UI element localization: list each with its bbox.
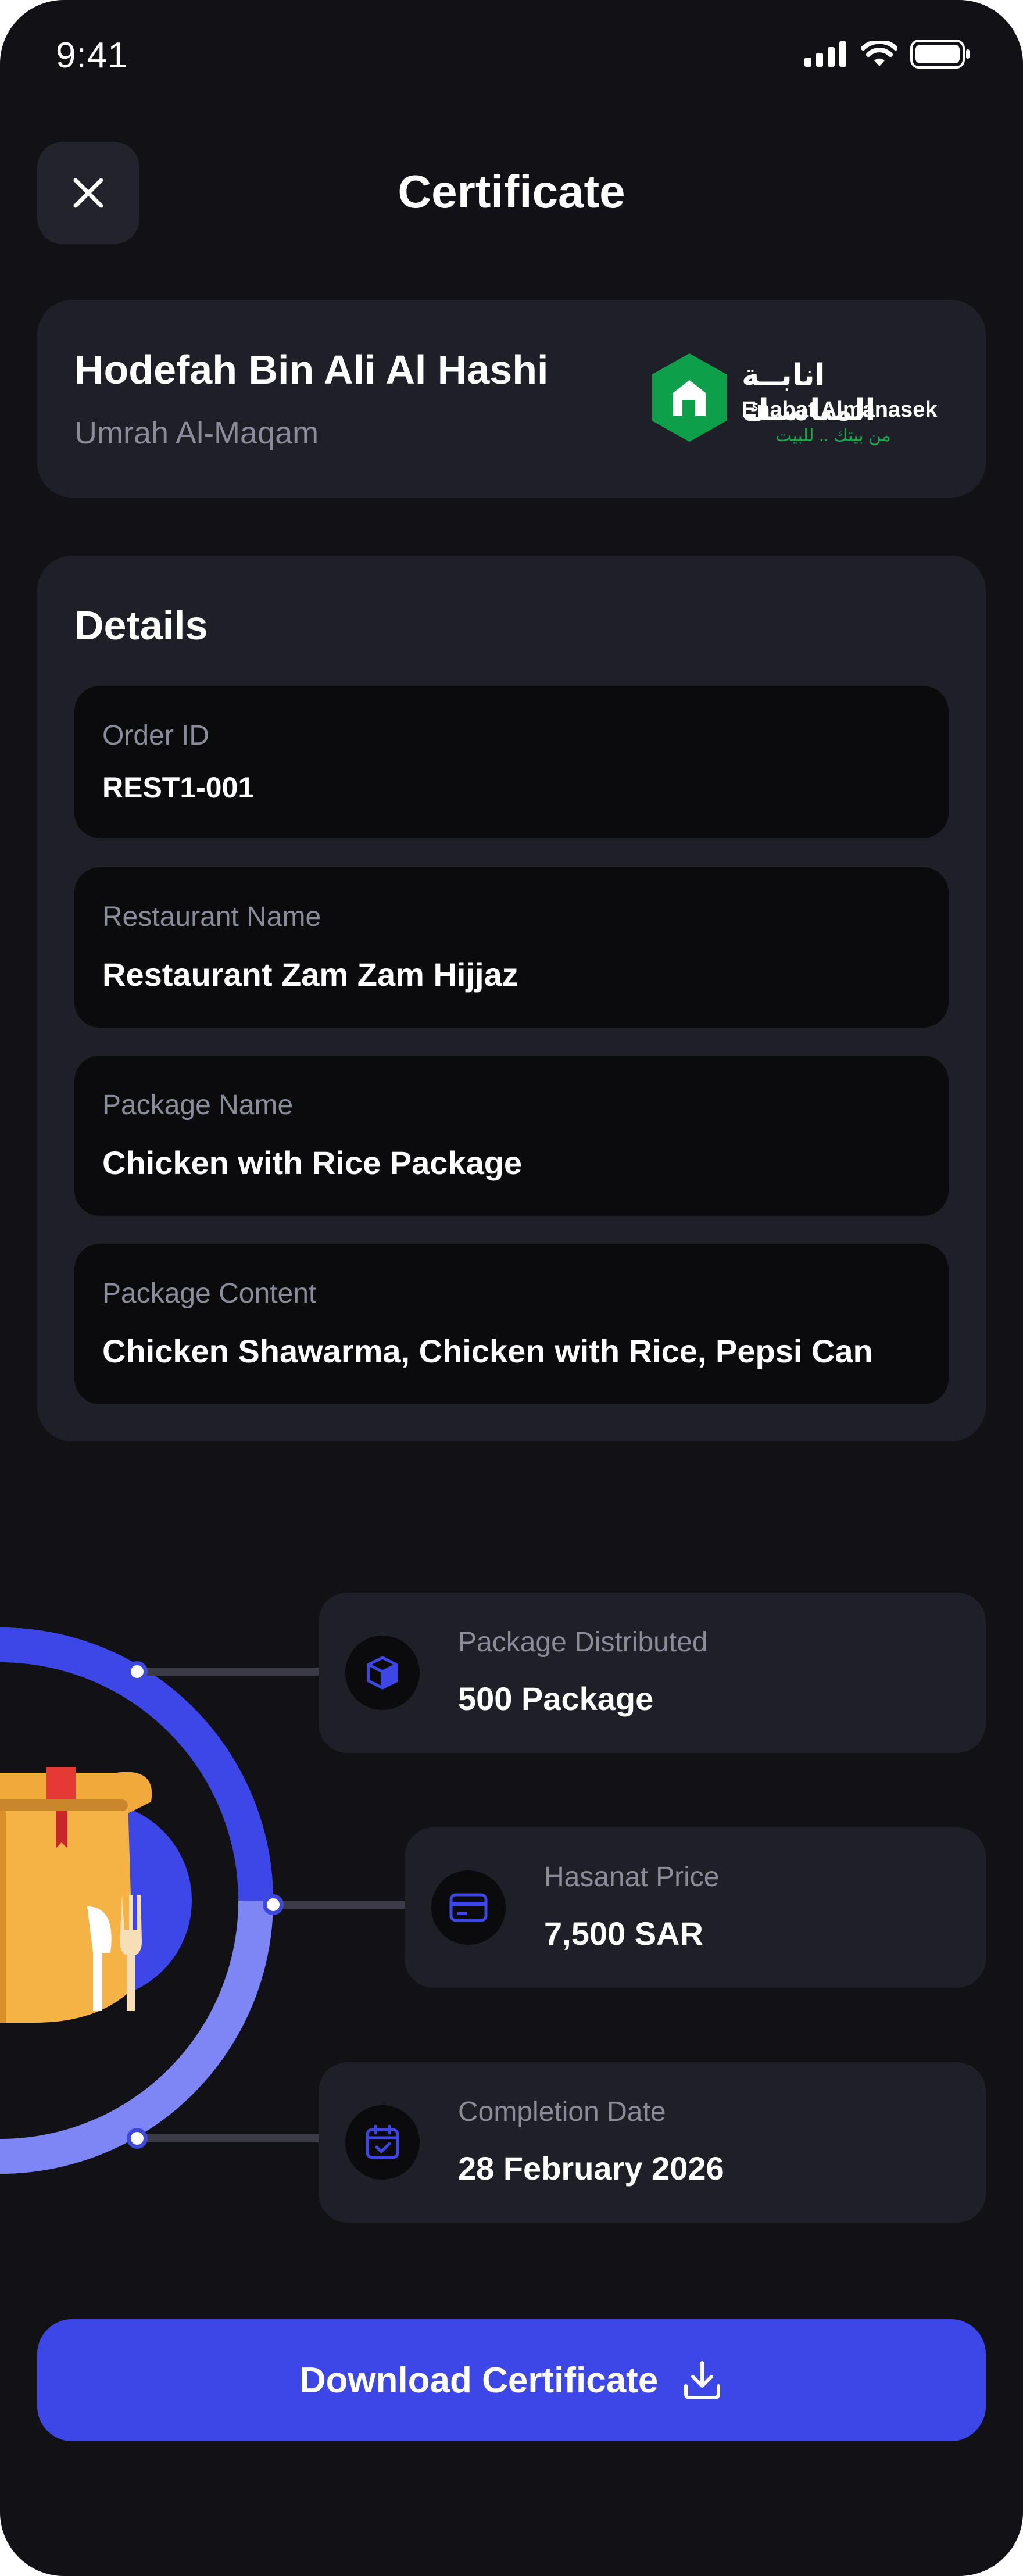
package-content-field: Package Content Chicken Shawarma, Chicke… bbox=[74, 1244, 949, 1404]
field-value: REST1-001 bbox=[102, 771, 255, 804]
box-icon bbox=[367, 1656, 398, 1690]
brand-logo: انابــة المناسـك Enabat Almanasek من بيت… bbox=[649, 351, 951, 450]
stat-card-price: Hasanat Price 7,500 SAR bbox=[405, 1827, 986, 1988]
download-button-label: Download Certificate bbox=[299, 2360, 659, 2400]
connector-dot bbox=[127, 2128, 148, 2149]
calendar-check-icon bbox=[366, 2124, 399, 2159]
status-time: 9:41 bbox=[56, 35, 128, 76]
brand-english: Enabat Almanasek bbox=[742, 398, 938, 422]
field-value: Chicken with Rice Package bbox=[102, 1144, 523, 1181]
stat-value: 7,500 SAR bbox=[544, 1915, 703, 1952]
field-value: Restaurant Zam Zam Hijjaz bbox=[102, 956, 518, 993]
stat-icon-wrap bbox=[345, 2105, 420, 2180]
app-screen: 9:41 Certificate Hodefah Bin Ali Al Hash… bbox=[0, 0, 1023, 2576]
food-package-illustration bbox=[0, 1627, 273, 2174]
field-label: Order ID bbox=[102, 720, 210, 751]
stat-icon-wrap bbox=[431, 1870, 506, 1945]
field-value: Chicken Shawarma, Chicken with Rice, Pep… bbox=[102, 1333, 873, 1369]
pilgrim-name: Hodefah Bin Ali Al Hashi bbox=[74, 347, 549, 392]
stat-card-packages: Package Distributed 500 Package bbox=[319, 1593, 986, 1753]
battery-icon bbox=[910, 40, 970, 69]
stat-icon-wrap bbox=[345, 1636, 420, 1710]
details-card: Details Order ID REST1-001 Restaurant Na… bbox=[37, 556, 986, 1441]
field-label: Package Content bbox=[102, 1278, 317, 1309]
card-icon bbox=[449, 1893, 488, 1922]
download-icon bbox=[684, 2361, 721, 2399]
connector-line bbox=[137, 2134, 323, 2142]
restaurant-name-field: Restaurant Name Restaurant Zam Zam Hijja… bbox=[74, 867, 949, 1028]
stat-value: 28 February 2026 bbox=[458, 2150, 724, 2187]
signal-icon bbox=[804, 41, 846, 67]
connector-dot bbox=[127, 1661, 148, 1682]
connector-line bbox=[137, 1668, 323, 1676]
profile-card: Hodefah Bin Ali Al Hashi Umrah Al-Maqam … bbox=[37, 300, 986, 498]
details-title: Details bbox=[74, 603, 208, 648]
stat-label: Completion Date bbox=[458, 2096, 666, 2127]
field-label: Package Name bbox=[102, 1090, 294, 1121]
stat-card-date: Completion Date 28 February 2026 bbox=[319, 2062, 986, 2223]
connector-line bbox=[273, 1901, 407, 1909]
status-icons bbox=[804, 40, 971, 69]
download-certificate-button[interactable]: Download Certificate bbox=[37, 2319, 986, 2441]
brand-tagline: من بيتك .. للبيت bbox=[775, 426, 891, 445]
umrah-type: Umrah Al-Maqam bbox=[74, 416, 319, 450]
field-label: Restaurant Name bbox=[102, 901, 321, 932]
stat-label: Package Distributed bbox=[458, 1627, 708, 1658]
wifi-icon bbox=[861, 41, 897, 66]
stat-label: Hasanat Price bbox=[544, 1862, 720, 1892]
stat-value: 500 Package bbox=[458, 1680, 654, 1717]
order-id-field: Order ID REST1-001 bbox=[74, 686, 949, 838]
house-logo-icon bbox=[652, 353, 727, 442]
connector-dot bbox=[263, 1894, 284, 1915]
package-name-field: Package Name Chicken with Rice Package bbox=[74, 1056, 949, 1216]
page-title: Certificate bbox=[398, 166, 625, 217]
